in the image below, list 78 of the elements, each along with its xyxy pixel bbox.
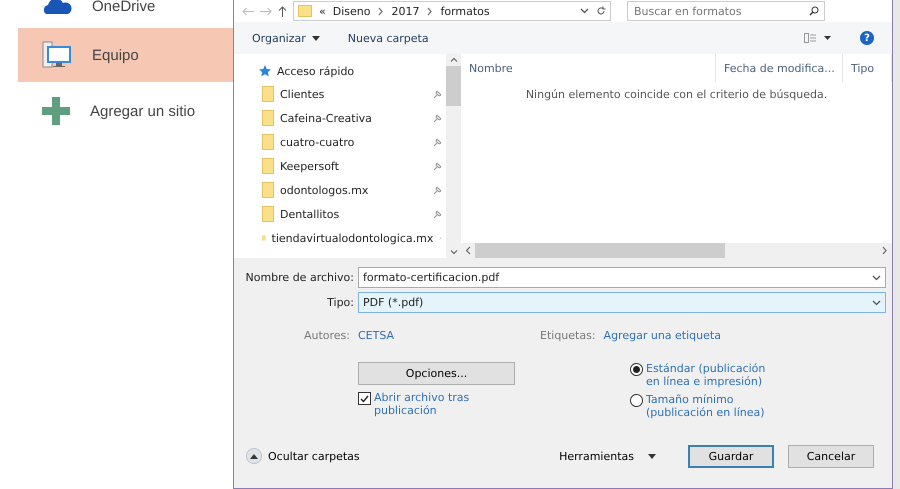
folder-item[interactable]: cuatro-cuatro [262, 130, 446, 154]
folder-icon [262, 134, 274, 150]
help-button[interactable]: ? [860, 31, 874, 45]
pin-icon[interactable] [433, 210, 442, 218]
caret-icon [312, 36, 320, 40]
path-segment[interactable]: Diseno [332, 4, 370, 18]
folder-item[interactable]: Clientes [262, 82, 446, 106]
place-item[interactable]: Agregar un sitio [18, 84, 233, 138]
place-item[interactable]: Equipo [18, 28, 233, 82]
view-options-icon[interactable] [804, 33, 832, 43]
hide-folders-button[interactable]: Ocultar carpetas [246, 448, 360, 464]
folder-item[interactable]: Keepersoft [262, 154, 446, 178]
field-label: Tipo: [326, 296, 355, 309]
save-button[interactable]: Guardar [688, 444, 774, 468]
cancel-button[interactable]: Cancelar [788, 444, 874, 468]
column-header[interactable]: Fecha de modifica... [716, 54, 843, 82]
caret-icon [648, 454, 656, 458]
chevron-down-icon[interactable] [580, 8, 589, 14]
pin-icon[interactable] [433, 138, 442, 146]
folder-icon [262, 110, 274, 126]
scrollbar-thumb[interactable] [475, 243, 725, 258]
folder-icon [262, 158, 274, 174]
radio-button[interactable] [630, 394, 643, 407]
file-type-dropdown[interactable]: PDF (*.pdf) [358, 292, 886, 313]
field-label: Nombre de archivo: [244, 271, 355, 284]
place-item[interactable]: OneDrive [18, 0, 233, 21]
new-folder-button[interactable]: Nueva carpeta [348, 32, 429, 44]
empty-message: Ningún elemento coincide con el criterio de búsqueda. [524, 88, 828, 101]
cloud-icon [42, 0, 72, 15]
collapse-icon [246, 448, 262, 464]
checkbox[interactable] [358, 392, 371, 405]
organize-button[interactable]: Organizar [252, 32, 320, 44]
chevron-icon [426, 6, 434, 16]
search-icon[interactable] [809, 6, 819, 16]
chevron-down-icon[interactable] [872, 274, 881, 280]
folder-item[interactable]: tiendavirtualodontologica.mx [262, 226, 446, 250]
folder-icon [298, 5, 312, 17]
tools-button[interactable]: Herramientas [553, 448, 662, 464]
folder-item[interactable]: Dentallitos [262, 202, 446, 226]
plus-icon [42, 97, 70, 125]
folder-icon [262, 206, 274, 222]
scroll-up-icon[interactable] [450, 57, 458, 62]
pin-icon[interactable] [433, 162, 442, 170]
folder-icon [262, 182, 274, 198]
computer-icon [42, 41, 72, 69]
scroll-left-icon[interactable] [465, 246, 471, 255]
path-overflow[interactable]: « [319, 4, 326, 18]
folder-icon [262, 86, 274, 102]
column-header[interactable]: Tipo [843, 54, 892, 82]
address-bar[interactable]: « Diseno 2017 formatos [293, 1, 611, 21]
refresh-icon[interactable] [596, 6, 606, 16]
star-icon [259, 65, 271, 77]
search-field[interactable]: Buscar en formatos [627, 1, 825, 21]
scroll-right-icon [881, 246, 888, 255]
file-name-field[interactable]: formato-certificacion.pdf [358, 267, 886, 288]
authors-link[interactable]: CETSA [358, 328, 540, 342]
radio-label[interactable]: Estándar (publicación en línea e impresión) [646, 362, 770, 388]
scroll-down-icon[interactable] [450, 250, 458, 255]
chevron-down-icon[interactable] [872, 300, 881, 306]
path-segment[interactable]: 2017 [391, 4, 420, 18]
quick-access-item[interactable]: Acceso rápido [259, 60, 446, 82]
folder-item[interactable]: Cafeina-Creativa [262, 106, 446, 130]
options-button[interactable]: Opciones... [358, 362, 515, 385]
column-header[interactable]: Nombre [461, 54, 716, 82]
pin-icon[interactable] [433, 90, 442, 98]
radio-label[interactable]: Tamaño mínimo (publicación en línea) [646, 393, 770, 419]
checkbox-label[interactable]: Abrir archivo tras publicación [374, 391, 478, 417]
path-segment[interactable]: formatos [440, 4, 490, 18]
up-arrow-icon[interactable] [278, 6, 287, 16]
field-label: Etiquetas: [540, 328, 597, 342]
pin-icon[interactable] [433, 114, 442, 122]
chevron-icon [377, 6, 384, 16]
folder-item[interactable]: odontologos.mx [262, 178, 446, 202]
radio-button[interactable] [630, 363, 643, 376]
field-label: Autores: [302, 328, 351, 342]
pin-icon[interactable] [433, 186, 442, 194]
scrollbar-thumb[interactable] [446, 66, 461, 106]
add-tag-link[interactable]: Agregar una etiqueta [604, 328, 721, 342]
